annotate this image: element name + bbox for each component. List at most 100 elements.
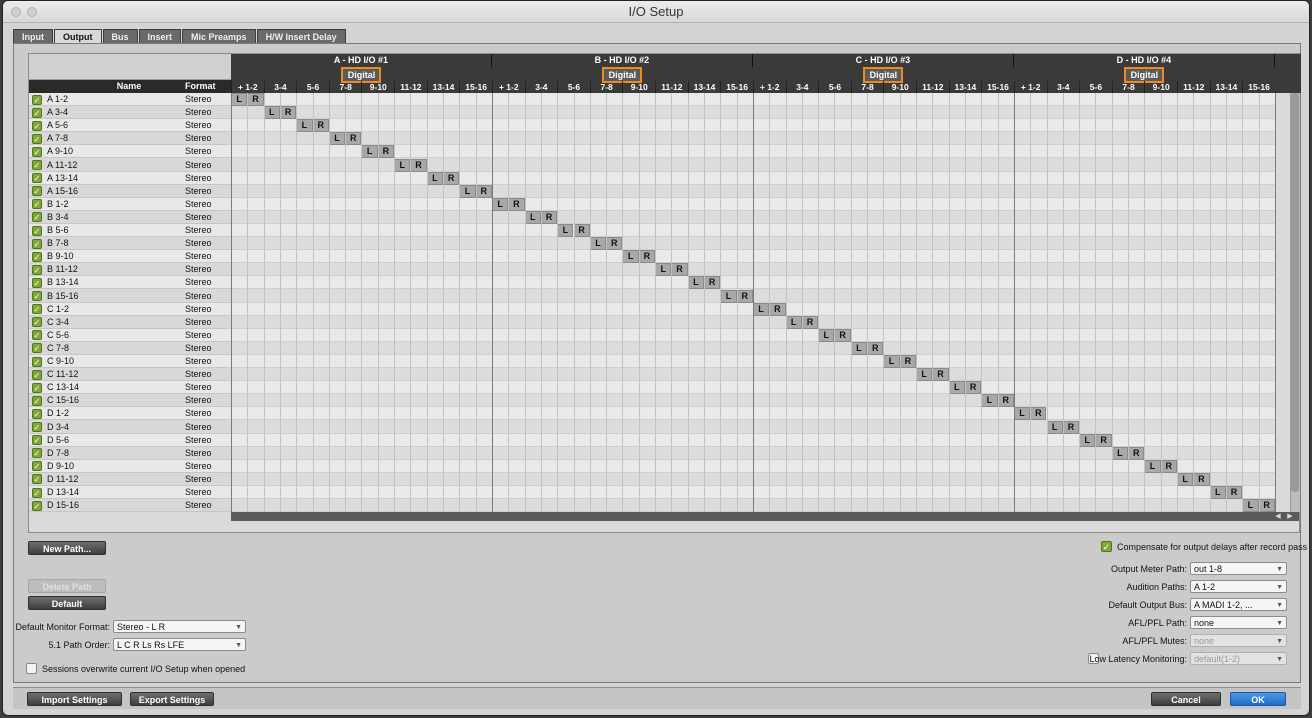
tab-output[interactable]: Output <box>54 29 102 43</box>
channel-assignment-cell[interactable]: R <box>1160 459 1177 473</box>
path-name[interactable]: B 1-2 <box>47 199 177 210</box>
path-active-checkbox[interactable]: ✓ <box>32 304 42 315</box>
path-active-checkbox[interactable]: ✓ <box>32 487 42 498</box>
path-active-checkbox[interactable]: ✓ <box>32 369 42 380</box>
scroll-right-icon[interactable]: ▶ <box>1285 512 1295 521</box>
path-name[interactable]: B 3-4 <box>47 212 177 223</box>
channel-assignment-cell[interactable]: L <box>981 394 998 408</box>
path-active-checkbox[interactable]: ✓ <box>32 395 42 406</box>
channel-assignment-cell[interactable]: L <box>948 381 965 395</box>
path-active-checkbox[interactable]: ✓ <box>32 120 42 131</box>
channel-assignment-cell[interactable]: L <box>752 302 770 316</box>
afl-pfl-path-select[interactable]: none ▼ <box>1190 616 1287 629</box>
cancel-button[interactable]: Cancel <box>1151 692 1221 706</box>
channel-assignment-cell[interactable]: R <box>932 368 949 382</box>
channel-assignment-cell[interactable]: L <box>589 237 607 251</box>
path-active-checkbox[interactable]: ✓ <box>32 277 42 288</box>
path-active-checkbox[interactable]: ✓ <box>32 199 42 210</box>
channel-assignment-cell[interactable]: L <box>1013 407 1031 421</box>
import-settings-button[interactable]: Import Settings <box>27 692 122 706</box>
path-active-checkbox[interactable]: ✓ <box>32 408 42 419</box>
path-active-checkbox[interactable]: ✓ <box>32 173 42 184</box>
channel-assignment-cell[interactable]: L <box>1209 486 1226 500</box>
path-name[interactable]: B 5-6 <box>47 225 177 236</box>
path-name[interactable]: A 3-4 <box>47 107 177 118</box>
vertical-scroll-thumb[interactable] <box>1291 93 1299 493</box>
path-name[interactable]: B 11-12 <box>47 264 177 275</box>
path-active-checkbox[interactable]: ✓ <box>32 435 42 446</box>
path-name[interactable]: D 13-14 <box>47 487 177 498</box>
path-active-checkbox[interactable]: ✓ <box>32 160 42 170</box>
output-meter-select[interactable]: out 1-8 ▼ <box>1190 562 1287 575</box>
path-active-checkbox[interactable]: ✓ <box>32 133 42 144</box>
channel-assignment-cell[interactable]: L <box>557 224 574 238</box>
path-active-checkbox[interactable]: ✓ <box>32 448 42 459</box>
channel-assignment-cell[interactable]: L <box>296 119 313 133</box>
channel-assignment-cell[interactable]: L <box>622 250 639 264</box>
channel-assignment-cell[interactable]: R <box>345 132 362 146</box>
path-active-checkbox[interactable]: ✓ <box>32 330 42 341</box>
path-active-checkbox[interactable]: ✓ <box>32 212 42 223</box>
audition-paths-select[interactable]: A 1-2 ▼ <box>1190 580 1287 593</box>
path-name[interactable]: C 1-2 <box>47 304 177 315</box>
channel-assignment-cell[interactable]: R <box>443 171 460 185</box>
channel-assignment-cell[interactable]: L <box>883 355 900 369</box>
channel-assignment-cell[interactable]: R <box>247 93 264 107</box>
path-active-checkbox[interactable]: ✓ <box>32 94 42 105</box>
channel-assignment-cell[interactable]: R <box>899 355 916 369</box>
minimize-window-icon[interactable] <box>27 7 37 17</box>
channel-assignment-cell[interactable]: L <box>1111 446 1129 460</box>
channel-assignment-cell[interactable]: R <box>475 184 492 198</box>
channel-assignment-cell[interactable]: R <box>964 381 982 395</box>
path-active-checkbox[interactable]: ✓ <box>32 356 42 367</box>
compensate-delays-checkbox[interactable]: ✓ <box>1101 541 1112 552</box>
path-active-checkbox[interactable]: ✓ <box>32 500 42 511</box>
channel-assignment-cell[interactable]: R <box>801 315 819 329</box>
path-active-checkbox[interactable]: ✓ <box>32 343 42 354</box>
channel-assignment-cell[interactable]: R <box>1062 420 1080 434</box>
path-order-select[interactable]: L C R Ls Rs LFE ▼ <box>113 638 246 651</box>
channel-assignment-cell[interactable]: R <box>312 119 329 133</box>
path-name[interactable]: B 13-14 <box>47 277 177 288</box>
channel-assignment-cell[interactable]: R <box>997 394 1014 408</box>
path-name[interactable]: D 7-8 <box>47 448 177 459</box>
ok-button[interactable]: OK <box>1230 692 1286 706</box>
path-name[interactable]: D 1-2 <box>47 408 177 419</box>
default-output-bus-select[interactable]: A MADI 1-2, ... ▼ <box>1190 598 1287 611</box>
channel-assignment-cell[interactable]: L <box>785 315 802 329</box>
delete-path-button[interactable]: Delete Path <box>28 579 106 593</box>
path-name[interactable]: A 11-12 <box>47 160 177 171</box>
path-name[interactable]: A 5-6 <box>47 120 177 131</box>
channel-assignment-cell[interactable]: L <box>1144 459 1161 473</box>
tab-hw-insert-delay[interactable]: H/W Insert Delay <box>256 29 346 43</box>
path-name[interactable]: C 13-14 <box>47 382 177 393</box>
channel-assignment-cell[interactable]: L <box>1242 499 1259 513</box>
tab-insert[interactable]: Insert <box>138 29 182 43</box>
channel-assignment-cell[interactable]: L <box>655 263 672 277</box>
channel-assignment-cell[interactable]: L <box>491 197 509 211</box>
afl-pfl-mutes-select[interactable]: none ▼ <box>1190 634 1287 647</box>
path-name[interactable]: C 5-6 <box>47 330 177 341</box>
channel-assignment-cell[interactable]: R <box>1030 407 1047 421</box>
path-name[interactable]: D 9-10 <box>47 461 177 472</box>
channel-assignment-cell[interactable]: L <box>394 158 411 172</box>
path-active-checkbox[interactable]: ✓ <box>32 291 42 301</box>
tab-mic-preamps[interactable]: Mic Preamps <box>182 29 256 43</box>
path-name[interactable]: D 5-6 <box>47 435 177 446</box>
horizontal-scrollbar[interactable] <box>231 512 1299 522</box>
path-active-checkbox[interactable]: ✓ <box>32 186 42 197</box>
channel-assignment-cell[interactable]: L <box>1176 472 1194 486</box>
path-name[interactable]: C 3-4 <box>47 317 177 328</box>
path-name[interactable]: A 9-10 <box>47 146 177 157</box>
path-active-checkbox[interactable]: ✓ <box>32 382 42 393</box>
channel-assignment-cell[interactable]: R <box>1225 486 1243 500</box>
path-name[interactable]: A 1-2 <box>47 94 177 105</box>
channel-assignment-cell[interactable]: L <box>231 93 248 107</box>
path-name[interactable]: C 11-12 <box>47 369 177 380</box>
channel-assignment-cell[interactable]: R <box>703 276 721 290</box>
channel-assignment-cell[interactable]: R <box>671 263 688 277</box>
channel-assignment-cell[interactable]: R <box>1258 499 1275 513</box>
low-latency-select[interactable]: default(1-2) ▼ <box>1190 652 1287 665</box>
channel-assignment-cell[interactable]: R <box>1095 433 1112 447</box>
path-name[interactable]: D 11-12 <box>47 474 177 485</box>
